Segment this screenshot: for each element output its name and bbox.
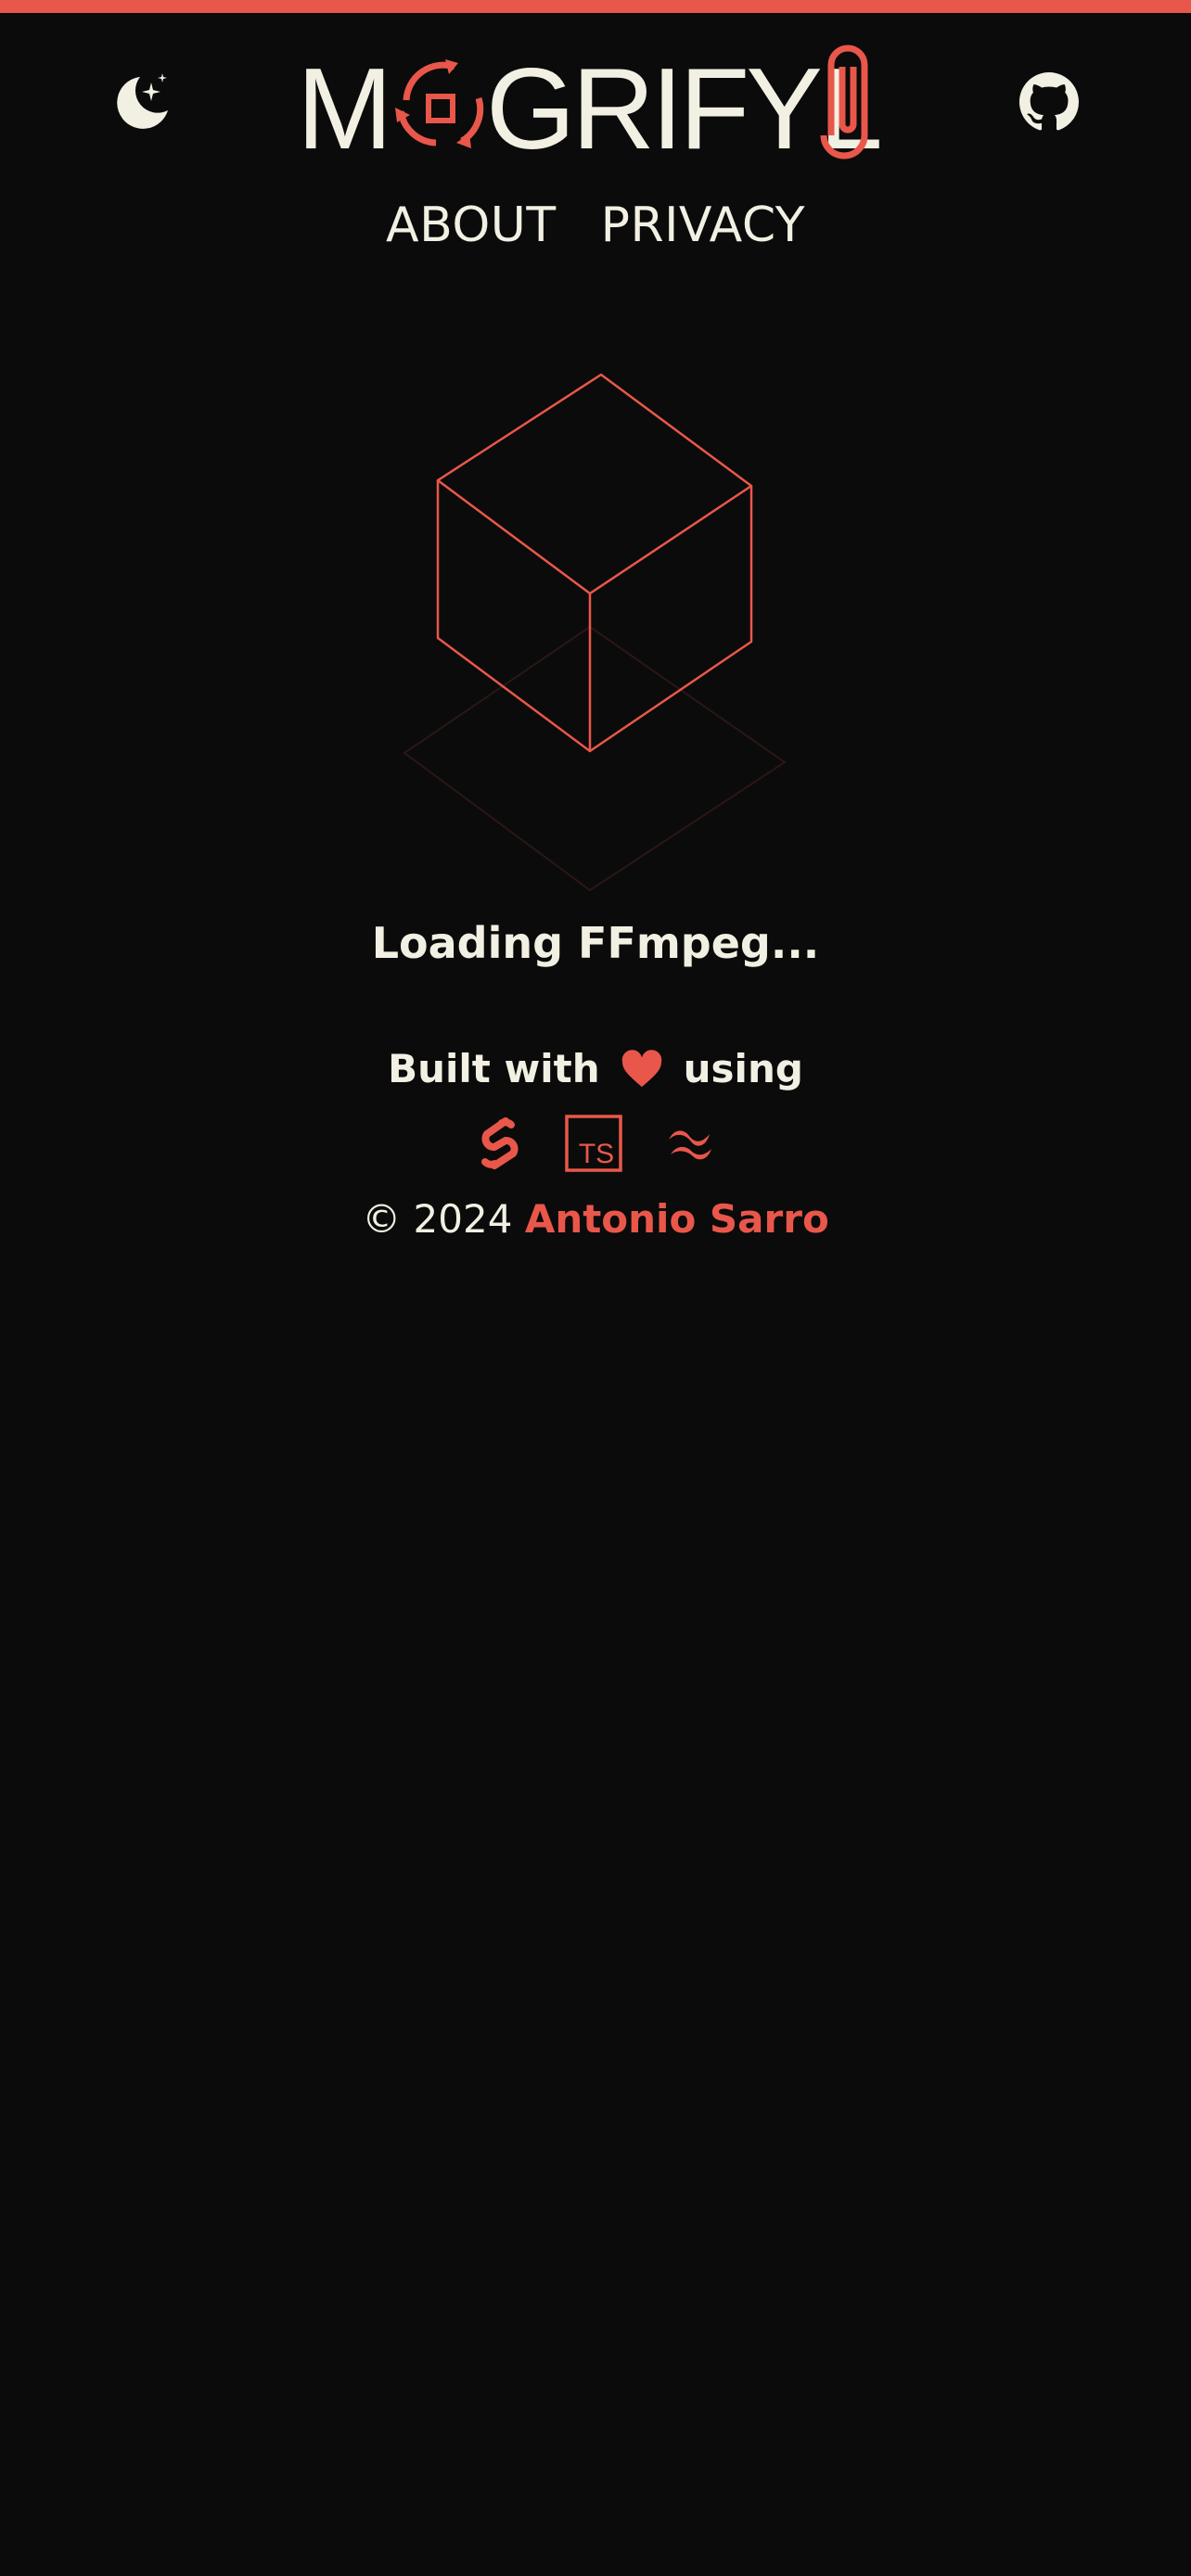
convert-cycle-icon (395, 59, 484, 148)
header: M GRIFYL (0, 13, 1191, 180)
nav-about[interactable]: ABOUT (386, 193, 557, 258)
built-with-prefix: Built with (388, 1046, 600, 1091)
app-logo: M GRIFYL (297, 45, 883, 165)
page: M GRIFYL ABOUT PRIVACY Loading FFmpeg...… (0, 0, 1191, 2576)
top-accent-strip (0, 0, 1191, 13)
svelte-icon (481, 1117, 519, 1169)
svg-text:M: M (297, 45, 391, 165)
tailwind-icon (669, 1130, 711, 1160)
tailwind-link[interactable] (665, 1125, 717, 1162)
theme-toggle-button[interactable] (104, 65, 178, 139)
typescript-link[interactable]: TS (565, 1115, 622, 1172)
loading-cube-illustration (403, 373, 787, 892)
tech-stack: TS (0, 1111, 1191, 1176)
copyright-prefix: © 2024 (362, 1196, 513, 1242)
github-button[interactable] (1012, 65, 1086, 139)
cube-shadow (403, 625, 787, 892)
svg-text:GRIFYL: GRIFYL (486, 45, 879, 165)
nav-privacy[interactable]: PRIVACY (601, 193, 805, 258)
built-with-suffix: using (683, 1046, 803, 1091)
loading-status: Loading FFmpeg... (371, 918, 820, 968)
built-with-line: Built with using (0, 1046, 1191, 1091)
typescript-label: TS (579, 1139, 614, 1169)
moon-stars-icon (117, 73, 168, 129)
github-icon (1019, 72, 1079, 131)
heart-icon (621, 1049, 661, 1087)
typescript-icon: TS (565, 1115, 622, 1172)
author-link[interactable]: Antonio Sarro (525, 1196, 829, 1242)
main-nav: ABOUT PRIVACY (0, 193, 1191, 258)
svelte-link[interactable] (474, 1116, 522, 1171)
copyright: © 2024 Antonio Sarro (0, 1196, 1191, 1242)
